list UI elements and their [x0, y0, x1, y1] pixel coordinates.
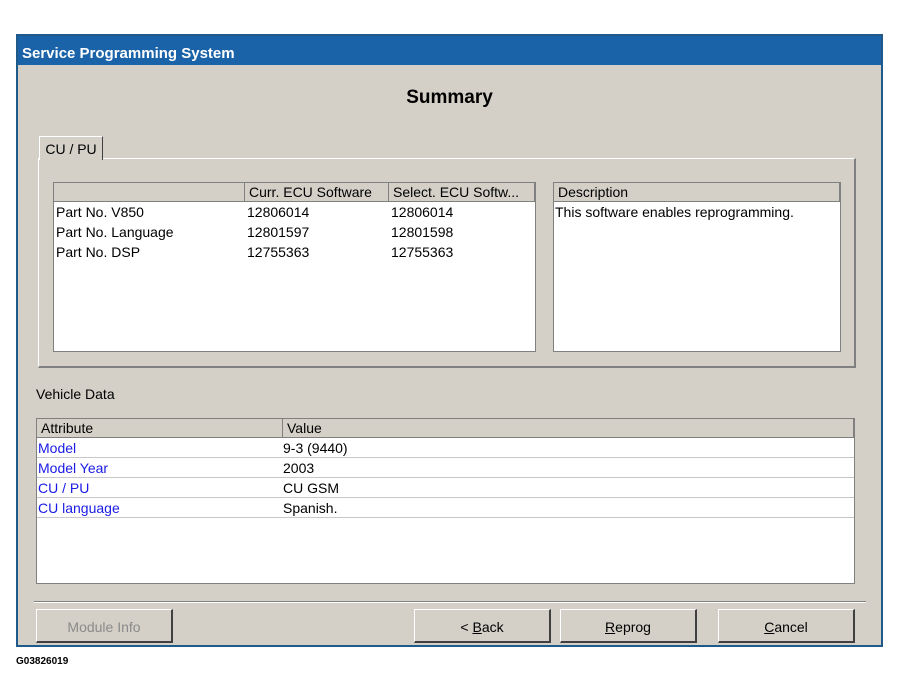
tab-cu-pu[interactable]: CU / PU — [39, 136, 103, 160]
cancel-button-accesskey: C — [764, 619, 775, 635]
column-header-selected-software[interactable]: Select. ECU Softw... — [389, 183, 535, 202]
attribute-name: CU language — [38, 500, 120, 516]
part-name: Part No. Language — [56, 224, 174, 240]
button-separator — [34, 601, 866, 603]
column-header-value[interactable]: Value — [283, 419, 854, 438]
tab-panel: Curr. ECU Software Select. ECU Softw... … — [38, 158, 856, 368]
table-row[interactable]: Part No. Language 12801597 12801598 — [54, 222, 535, 242]
table-row[interactable]: Part No. DSP 12755363 12755363 — [54, 242, 535, 262]
part-name: Part No. DSP — [56, 244, 141, 260]
reprog-button-accesskey: R — [605, 619, 616, 635]
reprog-button[interactable]: Reprog — [560, 609, 697, 643]
attribute-value: Spanish. — [283, 500, 338, 516]
vehicle-data-label: Vehicle Data — [36, 386, 115, 402]
vehicle-data-table[interactable]: Attribute Value Model 9-3 (9440) Model Y… — [36, 418, 855, 584]
part-name: Part No. V850 — [56, 204, 144, 220]
cancel-button[interactable]: Cancel — [718, 609, 855, 643]
table-row[interactable]: Model Year 2003 — [37, 458, 854, 478]
column-header-part[interactable] — [54, 183, 245, 202]
column-header-current-software[interactable]: Curr. ECU Software — [245, 183, 389, 202]
table-row[interactable]: CU language Spanish. — [37, 498, 854, 518]
current-software: 12801597 — [247, 224, 310, 240]
table-row[interactable]: Model 9-3 (9440) — [37, 438, 854, 458]
software-table[interactable]: Curr. ECU Software Select. ECU Softw... … — [53, 182, 536, 352]
back-button-prefix: < — [460, 619, 473, 635]
table-row[interactable]: CU / PU CU GSM — [37, 478, 854, 498]
description-box[interactable]: Description This software enables reprog… — [553, 182, 841, 352]
figure-caption: G03826019 — [16, 656, 69, 667]
attribute-value: 9-3 (9440) — [283, 440, 348, 456]
reprog-button-rest: eprog — [615, 619, 651, 635]
attribute-name: CU / PU — [38, 480, 90, 496]
cancel-button-rest: ancel — [774, 619, 808, 635]
description-text: This software enables reprogramming. — [555, 204, 794, 220]
sps-window: Service Programming System Summary CU / … — [16, 34, 883, 647]
module-info-button[interactable]: Module Info — [36, 609, 173, 643]
current-software: 12806014 — [247, 204, 310, 220]
selected-software: 12755363 — [391, 244, 454, 260]
table-row[interactable]: Part No. V850 12806014 12806014 — [54, 202, 535, 222]
attribute-name: Model — [38, 440, 77, 456]
back-button-rest: ack — [481, 619, 504, 635]
selected-software: 12801598 — [391, 224, 454, 240]
attribute-name: Model Year — [38, 460, 109, 476]
page-title: Summary — [406, 87, 493, 108]
column-header-attribute[interactable]: Attribute — [37, 419, 283, 438]
current-software: 12755363 — [247, 244, 310, 260]
back-button[interactable]: < Back — [414, 609, 551, 643]
attribute-value: CU GSM — [283, 480, 339, 496]
window-title: Service Programming System — [18, 36, 881, 65]
attribute-value: 2003 — [283, 460, 315, 476]
description-header[interactable]: Description — [554, 183, 840, 202]
selected-software: 12806014 — [391, 204, 454, 220]
back-button-accesskey: B — [472, 619, 482, 635]
